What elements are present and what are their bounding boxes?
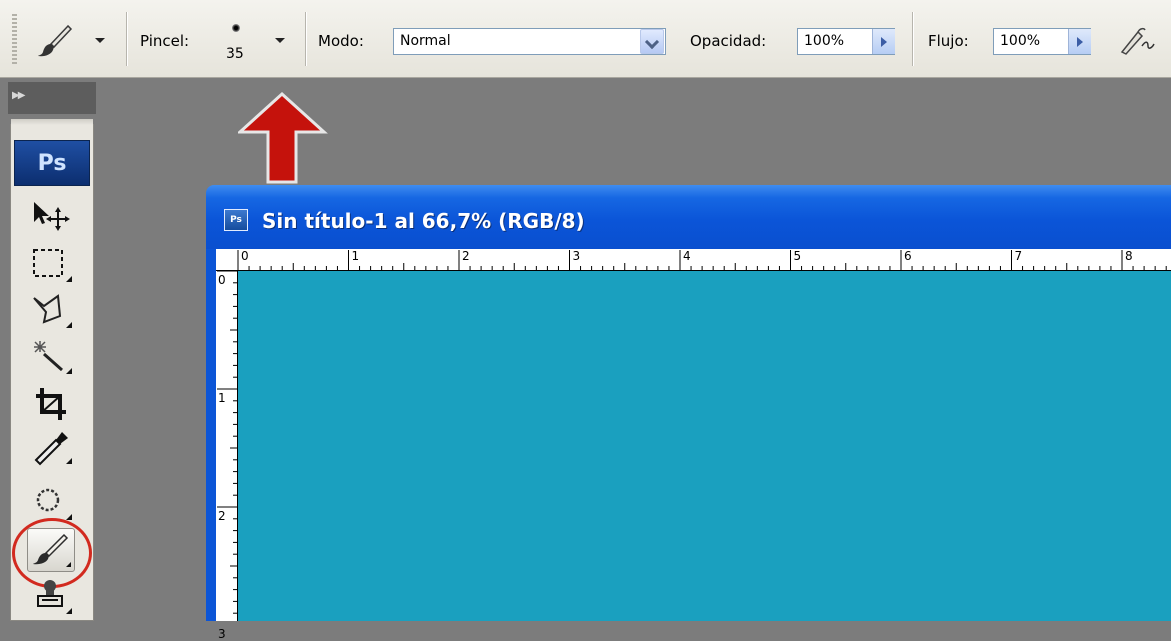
photoshop-document-icon: Ps: [224, 209, 248, 231]
horizontal-ruler-label: 1: [351, 249, 360, 263]
brush-size-value: 35: [226, 46, 244, 62]
document-window: Ps Sin título-1 al 66,7% (RGB/8) 0 1 2 3 4 5 6…: [206, 185, 1171, 640]
clone-stamp-tool[interactable]: [28, 578, 78, 614]
options-bar: Pincel: 35 Modo: Normal Opacidad: 100% F…: [0, 0, 1171, 78]
vertical-ruler-label: 0: [218, 273, 226, 287]
clone-stamp-tool-icon: [37, 580, 72, 614]
mode-value: Normal: [400, 33, 451, 49]
magic-wand-tool-icon: [34, 341, 72, 374]
move-tool[interactable]: [28, 198, 78, 232]
flow-value: 100%: [1000, 33, 1041, 49]
horizontal-ruler-label: 8: [1125, 249, 1133, 263]
lasso-tool-icon: [33, 294, 72, 328]
mode-dropdown-button[interactable]: [640, 29, 664, 54]
lasso-tool[interactable]: [28, 292, 78, 328]
move-tool-icon: [34, 202, 70, 231]
horizontal-ruler[interactable]: 0 1 2 3 4 5 6 7 8: [216, 249, 1171, 271]
vertical-ruler-label: 2: [218, 509, 226, 523]
eyedropper-tool-icon: [34, 432, 72, 466]
horizontal-ruler-label: 3: [572, 249, 581, 263]
document-window-frame: [206, 249, 216, 621]
horizontal-ruler-label: 5: [793, 249, 802, 263]
vertical-ruler-label: 1: [218, 391, 226, 405]
brush-dropdown-icon: [275, 38, 285, 43]
document-canvas[interactable]: [238, 271, 1171, 621]
brush-tip-preview-icon: [232, 24, 240, 32]
eyedropper-tool[interactable]: [28, 428, 78, 466]
opacity-value: 100%: [804, 33, 845, 49]
red-arrow-annotation-icon: [238, 92, 328, 184]
horizontal-ruler-label: 4: [683, 249, 691, 263]
vertical-ruler[interactable]: 0 1 2 3: [216, 271, 238, 640]
opacity-label: Opacidad:: [690, 32, 767, 50]
opacity-slider-button[interactable]: [872, 29, 895, 54]
brush-icon: [38, 24, 73, 57]
horizontal-ruler-label: 7: [1014, 249, 1023, 263]
horizontal-ruler-label: 2: [462, 249, 470, 263]
brush-picker[interactable]: 35: [212, 16, 292, 66]
toolbox-header[interactable]: ▶▶: [8, 82, 96, 114]
airbrush-icon[interactable]: [1118, 24, 1158, 58]
magic-wand-tool[interactable]: [28, 338, 78, 374]
document-title: Sin título-1 al 66,7% (RGB/8): [262, 209, 585, 233]
tool-preset-picker[interactable]: [30, 20, 116, 60]
flow-slider-button[interactable]: [1068, 29, 1091, 54]
document-title-bar[interactable]: Ps Sin título-1 al 66,7% (RGB/8): [206, 185, 1171, 249]
marquee-tool-icon: [33, 249, 72, 282]
photoshop-logo[interactable]: Ps: [14, 140, 90, 186]
mode-select[interactable]: Normal: [393, 28, 666, 55]
spot-healing-tool[interactable]: [28, 484, 78, 520]
options-bar-grip[interactable]: [12, 14, 17, 64]
marquee-tool[interactable]: [28, 246, 78, 282]
horizontal-ruler-label: 6: [904, 249, 912, 263]
horizontal-ruler-label: 0: [241, 249, 249, 263]
double-chevron-right-icon[interactable]: ▶▶: [12, 90, 25, 101]
brush-label: Pincel:: [140, 32, 190, 50]
tool-preset-dropdown-icon: [95, 38, 105, 43]
crop-tool-icon: [36, 388, 66, 420]
vertical-ruler-label: 3: [218, 627, 226, 641]
mode-label: Modo:: [318, 32, 364, 50]
flow-label: Flujo:: [928, 32, 969, 50]
crop-tool[interactable]: [28, 384, 78, 420]
